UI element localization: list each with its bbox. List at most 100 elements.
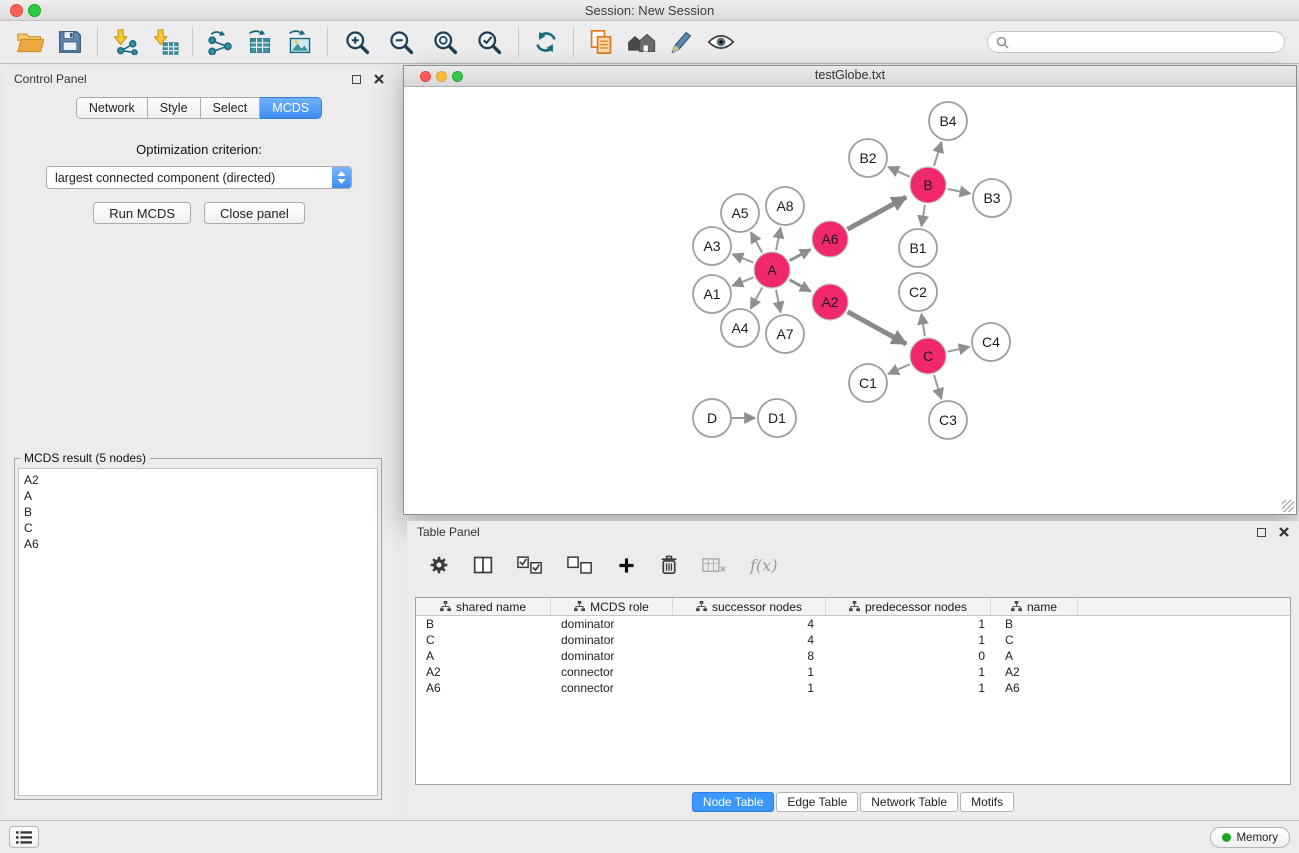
open-session-button[interactable] [10,25,50,59]
network-node-D[interactable]: D [693,399,731,437]
network-node-A7[interactable]: A7 [766,315,804,353]
mcds-result-list[interactable]: A2ABCA6 [18,468,378,796]
refresh-layout-button[interactable] [526,25,566,59]
table-cell[interactable]: connector [551,681,673,695]
mcds-result-item[interactable]: B [24,504,377,520]
search-box[interactable] [987,31,1285,53]
network-node-B4[interactable]: B4 [929,102,967,140]
import-network-button[interactable] [105,25,145,59]
table-cell[interactable]: C [991,633,1078,647]
table-row[interactable]: A2connector11A2 [416,664,1290,680]
network-node-B1[interactable]: B1 [899,229,937,267]
network-node-A4[interactable]: A4 [721,309,759,347]
tab-edge-table[interactable]: Edge Table [776,792,858,812]
style-button[interactable] [661,25,701,59]
network-edge-A-A3[interactable] [732,254,753,262]
close-panel-button[interactable]: Close panel [204,202,305,224]
table-row[interactable]: Adominator80A [416,648,1290,664]
minimize-network-window-button[interactable] [436,71,447,82]
network-edge-B-B3[interactable] [948,189,971,194]
column-header-MCDS-role[interactable]: MCDS role [551,598,673,615]
task-history-button[interactable] [9,826,39,848]
network-node-C1[interactable]: C1 [849,364,887,402]
float-panel-icon[interactable] [352,75,361,84]
column-header-name[interactable]: name [991,598,1078,615]
tab-network-table[interactable]: Network Table [860,792,958,812]
create-column-button[interactable] [617,556,636,575]
tab-motifs[interactable]: Motifs [960,792,1014,812]
network-node-C3[interactable]: C3 [929,401,967,439]
delete-table-button[interactable] [702,557,726,574]
tab-network[interactable]: Network [76,97,148,119]
table-cell[interactable]: A6 [991,681,1078,695]
zoom-fit-button[interactable] [423,25,467,59]
select-all-button[interactable] [517,556,543,575]
mcds-result-item[interactable]: C [24,520,377,536]
memory-button[interactable]: Memory [1210,827,1290,848]
table-options-button[interactable] [429,555,449,575]
column-header-successor-nodes[interactable]: successor nodes [673,598,826,615]
tab-style[interactable]: Style [148,97,201,119]
network-node-B2[interactable]: B2 [849,139,887,177]
delete-column-button[interactable] [660,555,678,575]
new-table-button[interactable] [240,25,280,59]
import-table-button[interactable] [145,25,185,59]
network-edge-C-C2[interactable] [921,314,925,337]
network-node-C[interactable]: C [910,338,946,374]
table-cell[interactable]: dominator [551,649,673,663]
network-edge-A-A7[interactable] [776,290,781,313]
table-cell[interactable]: 1 [826,617,991,631]
network-edge-C-C1[interactable] [888,364,910,374]
column-header-predecessor-nodes[interactable]: predecessor nodes [826,598,991,615]
float-table-panel-icon[interactable] [1257,528,1266,537]
network-snapshot-button[interactable] [581,25,621,59]
save-session-button[interactable] [50,25,90,59]
table-row[interactable]: Bdominator41B [416,616,1290,632]
run-mcds-button[interactable]: Run MCDS [93,202,191,224]
table-cell[interactable]: 1 [826,633,991,647]
toggle-visibility-button[interactable] [701,25,741,59]
zoom-in-button[interactable] [335,25,379,59]
tab-select[interactable]: Select [201,97,261,119]
network-edge-A-A4[interactable] [751,288,763,309]
network-edge-A-A6[interactable] [790,249,811,260]
network-node-C2[interactable]: C2 [899,273,937,311]
unselect-all-button[interactable] [567,556,593,575]
home-button[interactable] [621,25,661,59]
network-canvas[interactable]: B4B2BB3A5A8A6A3AB1A1A2C2A4A7C4CC1DD1C3 [404,87,1296,514]
table-cell[interactable]: A [416,649,551,663]
network-node-C4[interactable]: C4 [972,323,1010,361]
export-image-button[interactable] [280,25,320,59]
table-cell[interactable]: B [416,617,551,631]
table-cell[interactable]: B [991,617,1078,631]
zoom-network-window-button[interactable] [452,71,463,82]
network-node-A3[interactable]: A3 [693,227,731,265]
mcds-result-item[interactable]: A2 [24,472,377,488]
table-cell[interactable]: A2 [991,665,1078,679]
table-cell[interactable]: A6 [416,681,551,695]
network-edge-B-B4[interactable] [934,142,941,166]
mcds-result-item[interactable]: A [24,488,377,504]
network-node-A2[interactable]: A2 [812,284,848,320]
table-cell[interactable]: 1 [826,665,991,679]
network-edge-B-B1[interactable] [921,205,925,227]
table-row[interactable]: A6connector11A6 [416,680,1290,696]
network-node-B[interactable]: B [910,167,946,203]
tab-mcds[interactable]: MCDS [260,97,322,119]
function-builder-button[interactable]: f(x) [750,556,777,575]
search-input[interactable] [1014,35,1276,49]
network-node-A5[interactable]: A5 [721,194,759,232]
close-table-panel-icon[interactable] [1279,527,1289,537]
network-node-D1[interactable]: D1 [758,399,796,437]
network-edge-A2-C[interactable] [848,312,907,344]
mcds-result-item[interactable]: A6 [24,536,377,552]
network-edge-A-A8[interactable] [776,228,781,251]
network-node-A6[interactable]: A6 [812,221,848,257]
table-cell[interactable]: 4 [673,633,826,647]
zoom-selected-button[interactable] [467,25,511,59]
network-edge-B-B2[interactable] [888,167,910,177]
network-edge-A6-B[interactable] [848,197,907,229]
tab-node-table[interactable]: Node Table [692,792,775,812]
table-cell[interactable]: 0 [826,649,991,663]
table-cell[interactable]: dominator [551,633,673,647]
